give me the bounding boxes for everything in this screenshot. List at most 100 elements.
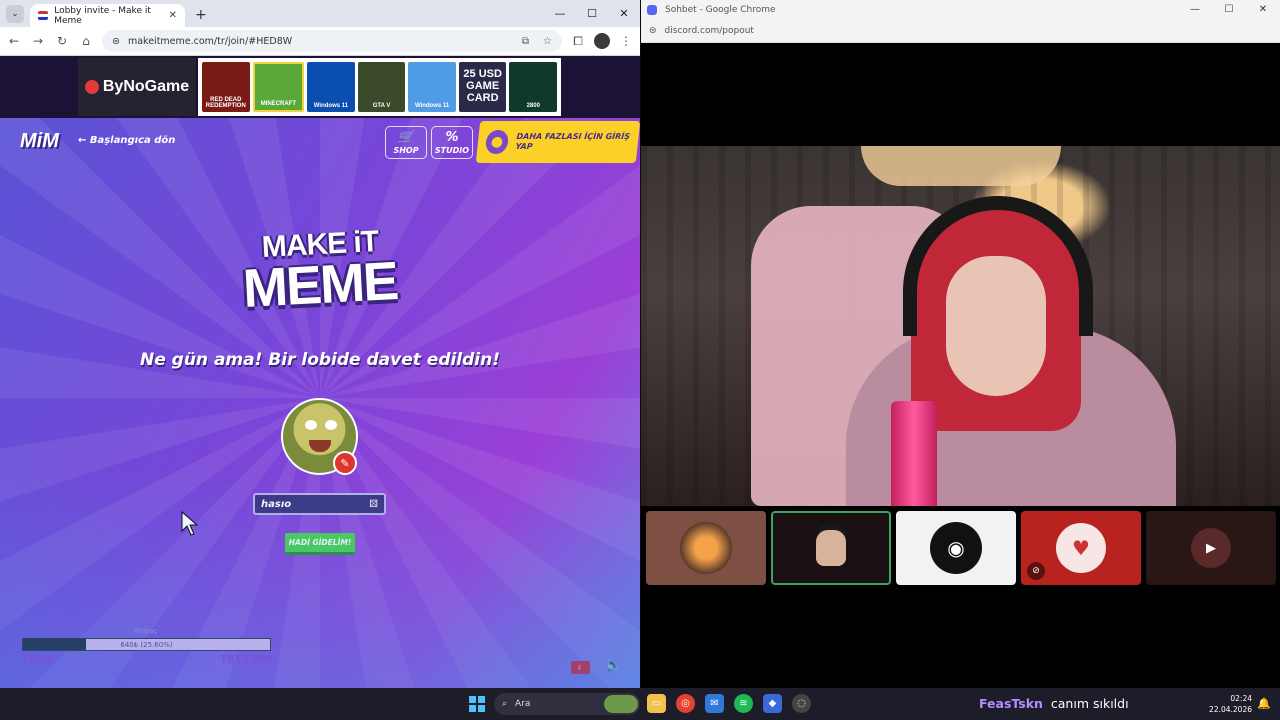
file-explorer-icon[interactable]: ▭	[647, 694, 666, 713]
close-tab-icon[interactable]: ✕	[169, 10, 177, 21]
browser-window-make-it-meme: ⌄ Lobby invite - Make it Meme ✕ + — ☐ ✕ …	[0, 0, 640, 688]
toolbar: ← → ↻ ⌂ ⊜ makeitmeme.com/tr/join/#HED8W …	[0, 27, 640, 56]
avatar-eye	[325, 420, 337, 430]
participant-tile[interactable]: ♥ ⊘	[1021, 511, 1141, 585]
menu-kebab-icon[interactable]: ⋮	[618, 34, 634, 48]
ad-brand: ByNoGame	[102, 78, 190, 95]
percent-icon: %	[445, 129, 459, 145]
discord-icon	[647, 5, 657, 15]
forward-arrow-icon[interactable]: →	[30, 34, 46, 48]
mouse-cursor-icon	[181, 511, 199, 536]
lets-go-button[interactable]: HADİ GİDELİM!	[285, 533, 355, 555]
chat-username: FeasTskn	[979, 696, 1043, 711]
user-icon: ●	[484, 130, 510, 154]
back-arrow-icon[interactable]: ←	[6, 34, 22, 48]
new-tab-button[interactable]: +	[195, 7, 207, 23]
random-name-dice-icon[interactable]: ⚄	[369, 499, 378, 510]
maximize-icon[interactable]: ☐	[576, 0, 608, 27]
main-video-stream[interactable]	[641, 146, 1280, 506]
close-window-icon[interactable]: ✕	[1246, 0, 1280, 20]
ad-card[interactable]: GTA V	[357, 62, 406, 112]
participant-avatar	[680, 522, 732, 574]
ad-card[interactable]: 2800	[509, 62, 558, 112]
bynogame-mark-icon	[84, 80, 99, 94]
bynogame-logo[interactable]: ByNoGame	[78, 58, 196, 116]
player-name-value: hasıo	[261, 498, 292, 510]
maximize-icon[interactable]: ☐	[1212, 0, 1246, 20]
mim-logo[interactable]: MiM	[20, 130, 59, 153]
camera-icon: ▶	[1191, 528, 1231, 568]
microphone	[891, 401, 937, 506]
bunny-avatar-icon: ♥	[1056, 523, 1106, 573]
participant-tile[interactable]	[646, 511, 766, 585]
shop-button[interactable]: 🛒 SHOP	[385, 126, 427, 159]
spotify-icon[interactable]: ≋	[734, 694, 753, 713]
ad-banner[interactable]: ByNoGame RED DEAD REDEMPTION MINECRAFT W…	[0, 56, 640, 118]
popout-url: discord.com/popout	[664, 26, 754, 36]
game-area: MiM ← Başlangıca dön 🛒 SHOP % STUDIO ● D…	[0, 118, 640, 688]
ceiling-light	[861, 146, 1061, 186]
tab-search-dropdown[interactable]: ⌄	[6, 5, 24, 23]
tab-bar: ⌄ Lobby invite - Make it Meme ✕ + — ☐ ✕	[0, 0, 640, 27]
cast-icon[interactable]: ⧉	[522, 36, 529, 47]
popout-titlebar: Sohbet - Google Chrome — ☐ ✕	[641, 0, 1280, 20]
turkish-flag-language-icon[interactable]: ☾	[571, 661, 590, 674]
progress-text: 640₺ (25.60%)	[120, 641, 173, 649]
close-window-icon[interactable]: ✕	[608, 0, 640, 27]
volume-icon[interactable]: 🔈	[605, 658, 621, 673]
site-info-icon[interactable]: ⊜	[649, 26, 657, 36]
bookmark-star-icon[interactable]: ☆	[543, 36, 552, 47]
ad-card[interactable]: MINECRAFT	[252, 62, 305, 112]
reload-icon[interactable]: ↻	[54, 34, 70, 48]
ad-product-strip[interactable]: RED DEAD REDEMPTION MINECRAFT Windows 11…	[198, 58, 561, 116]
avatar-mouth	[309, 440, 331, 452]
participant-video	[816, 530, 846, 566]
login-button[interactable]: ● DAHA FAZLASI İÇİN GİRİŞ YAP	[475, 121, 640, 163]
search-icon: ⌕	[502, 699, 508, 709]
home-icon[interactable]: ⌂	[78, 34, 94, 48]
back-to-start-link[interactable]: ← Başlangıca dön	[78, 135, 175, 146]
start-windows-icon[interactable]	[469, 696, 485, 712]
shop-label: SHOP	[393, 145, 419, 155]
profile-avatar[interactable]	[594, 33, 610, 49]
ad-card[interactable]: Windows 11	[307, 62, 355, 112]
chrome-icon[interactable]: ◎	[676, 694, 695, 713]
windows-taskbar: ⌕ Ara ▭ ◎ ✉ ≋ ◆ ◌ FeasTskn canım sıkıldı…	[0, 688, 1280, 720]
pinned-apps: ▭ ◎ ✉ ≋ ◆ ◌	[647, 694, 811, 713]
cart-icon: 🛒	[397, 129, 415, 145]
chat-message: canım sıkıldı	[1050, 696, 1129, 711]
obs-icon[interactable]: ◌	[792, 694, 811, 713]
ad-card[interactable]: RED DEAD REDEMPTION	[202, 62, 250, 112]
discord-default-avatar-icon: ◉	[930, 522, 982, 574]
participant-tiles: ◉ ♥ ⊘ ▶	[646, 511, 1276, 585]
participant-tile[interactable]: ▶	[1146, 511, 1276, 585]
popout-title: Sohbet - Google Chrome	[665, 5, 776, 15]
minimize-icon[interactable]: —	[1178, 0, 1212, 20]
clock-time: 02:24	[1230, 694, 1252, 703]
ad-card[interactable]: Windows 11	[408, 62, 456, 112]
participant-tile-speaking[interactable]	[771, 511, 891, 585]
popout-window-controls: — ☐ ✕	[1178, 0, 1280, 20]
goal-label: İhtiyaç	[134, 627, 158, 635]
minimize-icon[interactable]: —	[544, 0, 576, 27]
site-info-icon[interactable]: ⊜	[112, 36, 120, 47]
edit-avatar-icon[interactable]: ✎	[333, 451, 357, 475]
progress-min: TRY0	[22, 654, 52, 666]
tab-make-it-meme[interactable]: Lobby invite - Make it Meme ✕	[30, 4, 185, 27]
notification-bell-icon[interactable]: 🔔	[1257, 697, 1271, 710]
flag-favicon-icon	[38, 11, 49, 20]
studio-label: STUDIO	[434, 145, 470, 155]
system-clock[interactable]: 02:24 22.04.2026	[1208, 693, 1252, 715]
stream-chat-overlay: FeasTskn canım sıkıldı	[979, 696, 1129, 711]
app-diamond-icon[interactable]: ◆	[763, 694, 782, 713]
extensions-icon[interactable]: ⧠	[570, 34, 586, 49]
studio-button[interactable]: % STUDIO	[431, 126, 473, 159]
player-name-input[interactable]: hasıo ⚄	[253, 493, 386, 515]
participant-tile[interactable]: ◉	[896, 511, 1016, 585]
avatar-eye	[305, 420, 317, 430]
login-label: DAHA FAZLASI İÇİN GİRİŞ YAP	[515, 132, 631, 151]
address-bar[interactable]: ⊜ makeitmeme.com/tr/join/#HED8W ⧉ ☆	[102, 30, 562, 52]
taskbar-search[interactable]: ⌕ Ara	[494, 693, 640, 715]
mail-icon[interactable]: ✉	[705, 694, 724, 713]
ad-card[interactable]: 25 USD GAME CARD	[458, 62, 507, 112]
